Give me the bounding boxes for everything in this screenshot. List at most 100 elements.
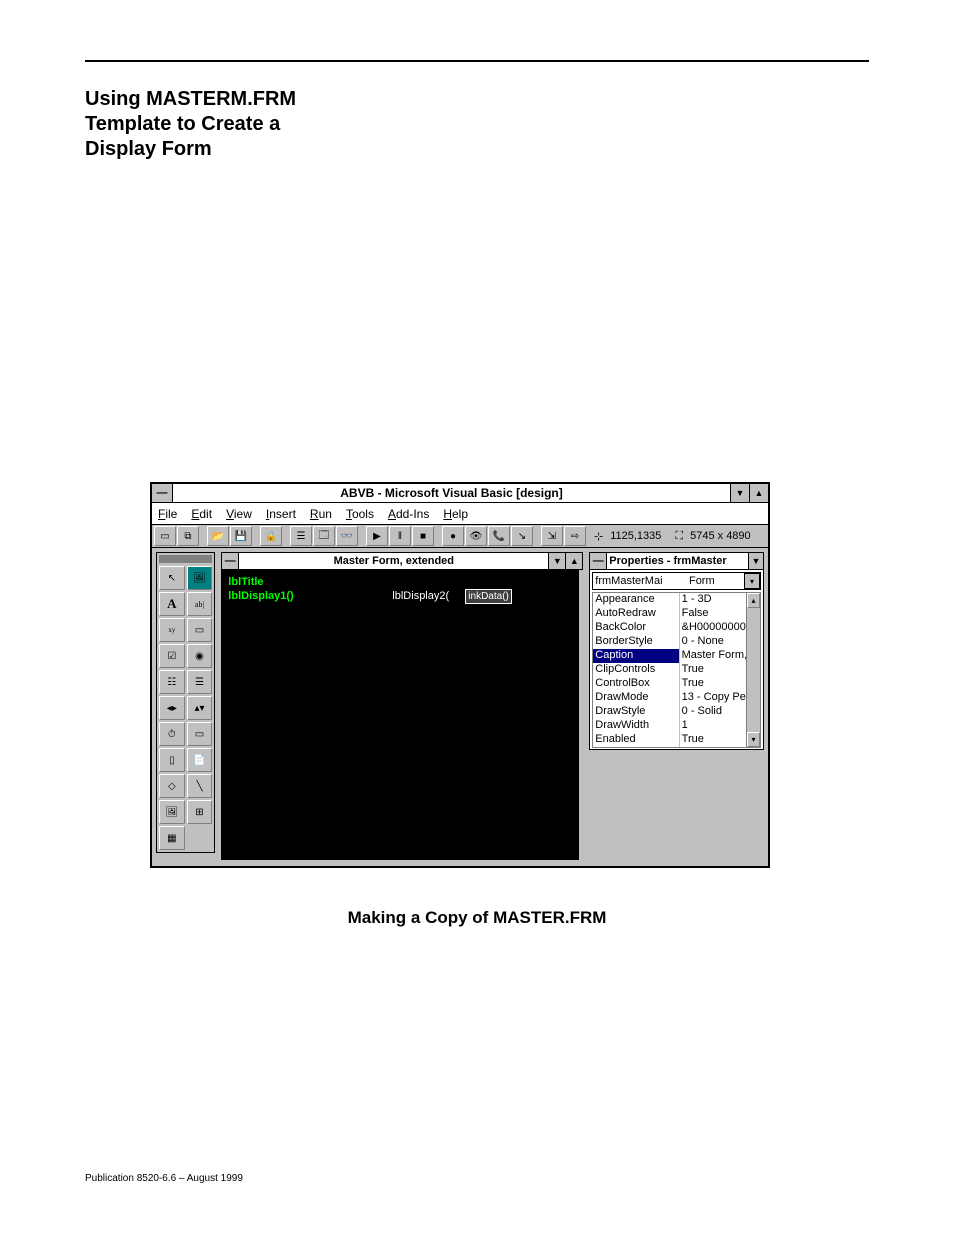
menu-help[interactable]: Help [443, 507, 468, 521]
size-icon: ⛶ [675, 530, 683, 543]
tool-listbox-icon[interactable]: ☰ [187, 670, 213, 694]
property-row[interactable]: CaptionMaster Form, e [593, 649, 760, 663]
toolbox-titlebar[interactable] [159, 555, 212, 563]
app-title: ABVB - Microsoft Visual Basic [design] [173, 484, 730, 502]
toolbar-calls-icon[interactable]: 📞 [488, 526, 510, 546]
toolbar-start-icon[interactable]: ▶ [366, 526, 388, 546]
control-lbltitle[interactable]: lblTitle [228, 576, 263, 588]
toolbar-new-module-icon[interactable]: ⧉ [177, 526, 199, 546]
toolbar-step-into-icon[interactable]: ⇲ [541, 526, 563, 546]
minimize-button[interactable]: ▼ [748, 553, 763, 569]
designer-titlebar[interactable]: — Master Form, extended ▼ ▲ [221, 552, 583, 570]
property-row[interactable]: BackColor&H00000000& [593, 621, 760, 635]
menu-tools[interactable]: Tools [346, 507, 374, 521]
control-lbldisplay1[interactable]: lblDisplay1() [228, 590, 293, 602]
property-row[interactable]: DrawWidth1 [593, 719, 760, 733]
scroll-up-icon[interactable]: ▴ [747, 593, 760, 608]
minimize-button[interactable]: ▼ [730, 484, 749, 502]
menu-view[interactable]: View [226, 507, 252, 521]
tool-line-icon[interactable]: ╲ [187, 774, 213, 798]
toolbar-lock-icon[interactable]: 🔒 [260, 526, 282, 546]
control-lbldisplay2[interactable]: lblDisplay2( [392, 590, 449, 602]
property-row[interactable]: AutoRedrawFalse [593, 607, 760, 621]
dropdown-icon[interactable]: ▾ [744, 573, 760, 589]
tool-commandbutton-icon[interactable]: ▭ [187, 618, 213, 642]
menu-run[interactable]: Run [310, 507, 332, 521]
ide-screenshot: — ABVB - Microsoft Visual Basic [design]… [150, 482, 770, 868]
toolbar-open-icon[interactable]: 📂 [207, 526, 229, 546]
heading-line: Template to Create a [85, 112, 869, 137]
tool-filelistbox-icon[interactable]: 📄 [187, 748, 213, 772]
tool-label-icon[interactable]: A [159, 592, 185, 616]
size-coords: 5745 x 4890 [690, 530, 751, 542]
tool-checkbox-icon[interactable]: ☑ [159, 644, 185, 668]
menu-edit[interactable]: Edit [191, 507, 212, 521]
toolbar-properties-icon[interactable]: 🗔 [313, 526, 335, 546]
maximize-button[interactable]: ▲ [565, 553, 582, 569]
tool-picturebox-icon[interactable]: 🖼 [187, 566, 213, 590]
tool-textbox-icon[interactable]: ab| [187, 592, 213, 616]
properties-titlebar[interactable]: — Properties - frmMaster ▼ [590, 553, 763, 570]
tool-combobox-icon[interactable]: ☷ [159, 670, 185, 694]
figure-caption: Making a Copy of MASTER.FRM [85, 908, 869, 928]
property-row[interactable]: DrawMode13 - Copy Pen [593, 691, 760, 705]
toolbar-new-form-icon[interactable]: ▭ [154, 526, 176, 546]
position-icon: ⊹ [594, 530, 603, 543]
tool-optionbutton-icon[interactable]: ◉ [187, 644, 213, 668]
toolbar-breakpoint-icon[interactable]: ● [442, 526, 464, 546]
tool-vscrollbar-icon[interactable]: ▴▾ [187, 696, 213, 720]
property-name: ClipControls [593, 663, 679, 677]
scroll-down-icon[interactable]: ▾ [747, 732, 760, 747]
tool-drivelistbox-icon[interactable]: ▭ [187, 722, 213, 746]
menu-file[interactable]: File [158, 507, 177, 521]
toolbar-break-icon[interactable]: ‖ [389, 526, 411, 546]
menu-insert[interactable]: Insert [266, 507, 296, 521]
header-rule [85, 60, 869, 62]
property-name: BackColor [593, 621, 679, 635]
toolbox: ↖ 🖼 A ab| xy ▭ ☑ ◉ ☷ ☰ ◂▸ ▴▾ ⏱ ▭ ▯ 📄 ◇ [156, 552, 215, 853]
scrollbar[interactable]: ▴ ▾ [746, 593, 760, 747]
tool-pointer-icon[interactable]: ↖ [159, 566, 185, 590]
property-row[interactable]: Appearance1 - 3D [593, 593, 760, 607]
control-inkdata[interactable]: inkData() [465, 589, 512, 604]
properties-title: Properties - frmMaster [607, 553, 748, 569]
property-row[interactable]: ClipControlsTrue [593, 663, 760, 677]
toolbar-save-icon[interactable]: 💾 [230, 526, 252, 546]
tool-frame-icon[interactable]: xy [159, 618, 185, 642]
heading-line: Display Form [85, 137, 869, 162]
property-row[interactable]: BorderStyle0 - None [593, 635, 760, 649]
system-menu-icon[interactable]: — [222, 553, 239, 569]
tool-timer-icon[interactable]: ⏱ [159, 722, 185, 746]
property-row[interactable]: ControlBoxTrue [593, 677, 760, 691]
section-heading: Using MASTERM.FRM Template to Create a D… [85, 87, 869, 162]
minimize-button[interactable]: ▼ [548, 553, 565, 569]
property-name: ControlBox [593, 677, 679, 691]
properties-window: — Properties - frmMaster ▼ frmMasterMai … [589, 552, 764, 750]
toolbar-watch-icon[interactable]: 👁 [465, 526, 487, 546]
maximize-button[interactable]: ▲ [749, 484, 768, 502]
toolbar-step-icon[interactable]: ↘ [511, 526, 533, 546]
tool-ole-icon[interactable]: ▦ [159, 826, 185, 850]
tool-data-icon[interactable]: ⊞ [187, 800, 213, 824]
property-row[interactable]: DrawStyle0 - Solid [593, 705, 760, 719]
tool-shape-icon[interactable]: ◇ [159, 774, 185, 798]
tool-image-icon[interactable]: 🖼 [159, 800, 185, 824]
toolbar: ▭ ⧉ 📂 💾 🔒 ☰ 🗔 👓 ▶ ‖ ■ ● 👁 📞 ↘ [152, 525, 768, 548]
property-row[interactable]: EnabledTrue [593, 733, 760, 747]
toolbar-menu-editor-icon[interactable]: ☰ [290, 526, 312, 546]
toolbar-end-icon[interactable]: ■ [412, 526, 434, 546]
system-menu-icon[interactable]: — [152, 484, 173, 502]
object-type: Form [687, 575, 744, 587]
toolbar-object-browser-icon[interactable]: 👓 [336, 526, 358, 546]
menu-addins[interactable]: Add-Ins [388, 507, 429, 521]
tool-dirlistbox-icon[interactable]: ▯ [159, 748, 185, 772]
properties-grid: Appearance1 - 3DAutoRedrawFalseBackColor… [592, 592, 761, 748]
form-canvas[interactable]: lblTitle lblDisplay1() lblDisplay2( inkD… [221, 570, 579, 860]
property-name: Appearance [593, 593, 679, 607]
toolbar-step-over-icon[interactable]: ⇨ [564, 526, 586, 546]
object-selector[interactable]: frmMasterMai Form ▾ [592, 572, 761, 590]
heading-line: Using MASTERM.FRM [85, 87, 869, 112]
system-menu-icon[interactable]: — [590, 553, 607, 569]
tool-hscrollbar-icon[interactable]: ◂▸ [159, 696, 185, 720]
property-name: DrawStyle [593, 705, 679, 719]
